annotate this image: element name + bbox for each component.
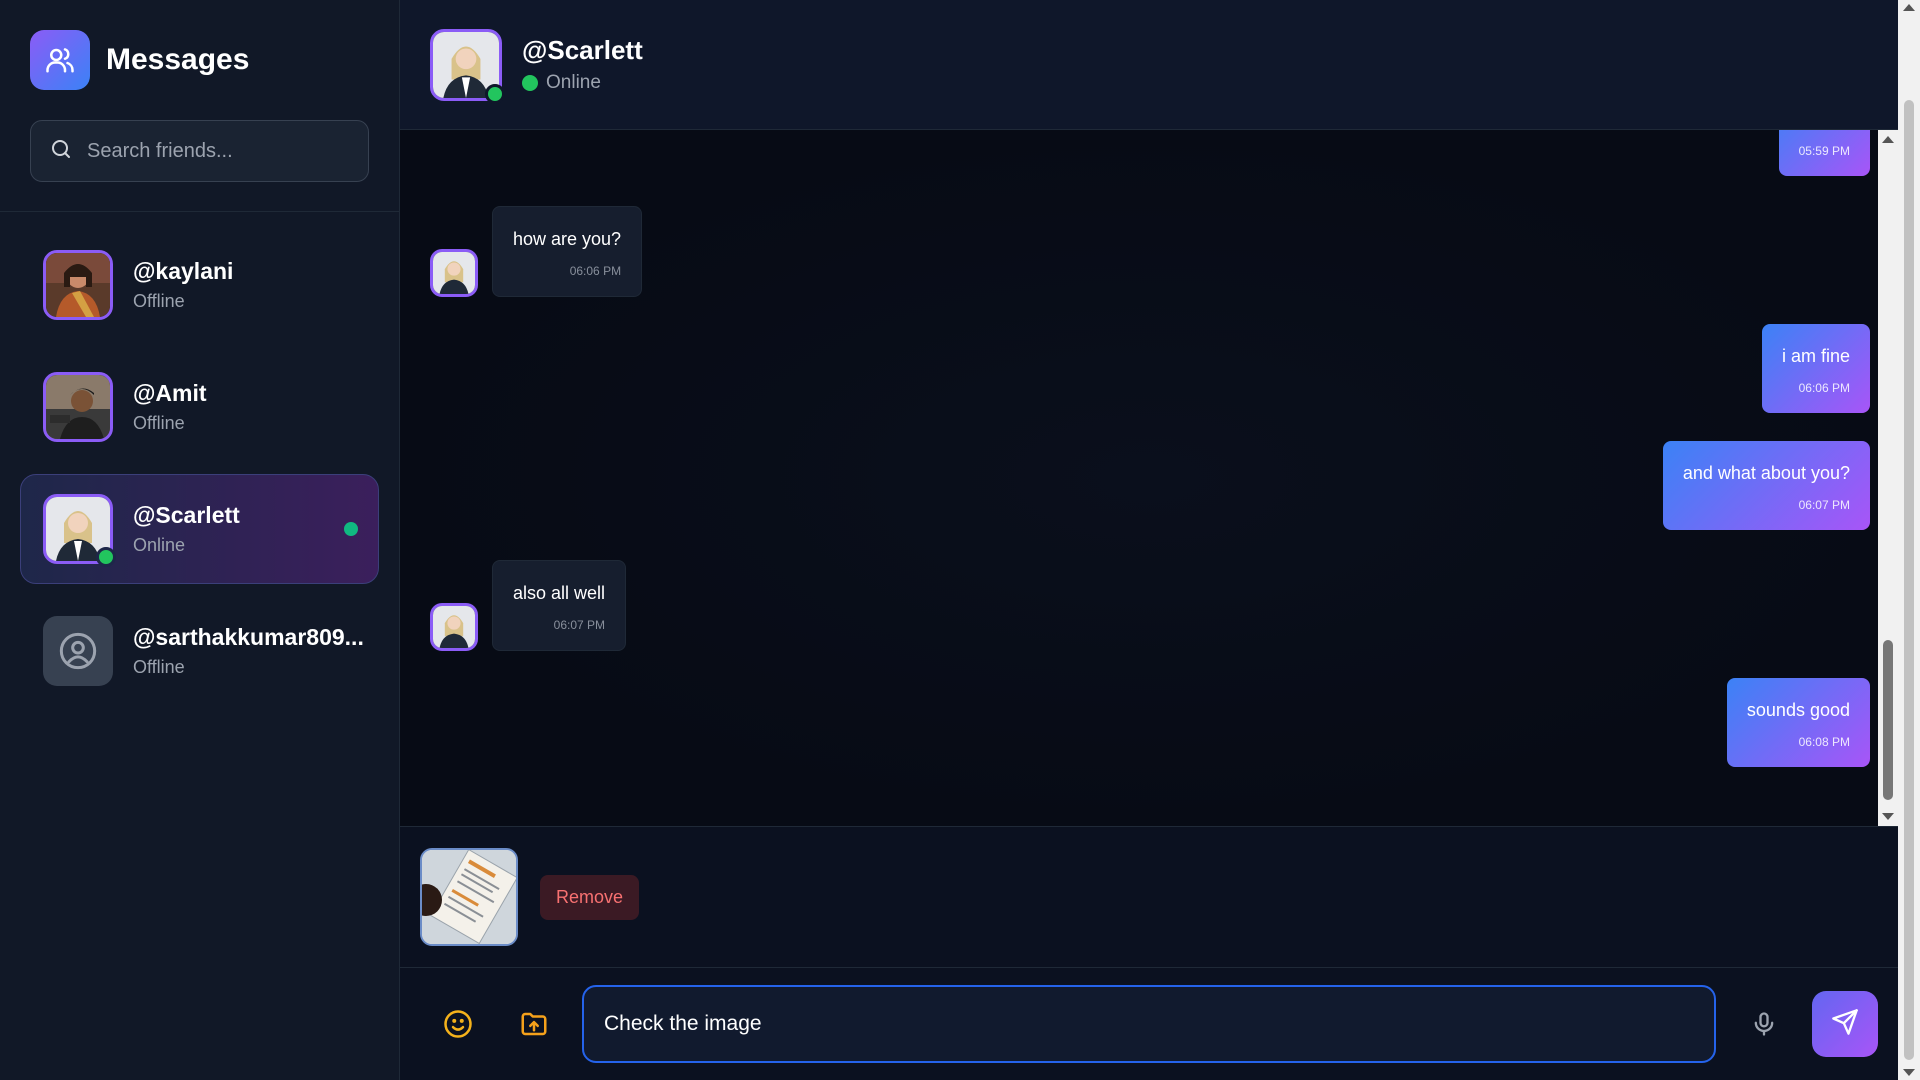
chat-header: @Scarlett Online: [400, 0, 1920, 130]
search-box: [30, 120, 369, 182]
attachment-preview: Remove: [400, 826, 1898, 968]
sidebar-title: Messages: [106, 43, 250, 76]
scrollbar-thumb[interactable]: [1883, 640, 1893, 800]
message-bubble: how are you? 06:06 PM: [492, 206, 643, 297]
message-incoming: how are you? 06:06 PM: [430, 206, 643, 297]
message-outgoing: i am fine 06:06 PM: [1761, 324, 1870, 413]
message-bubble: i am fine 06:06 PM: [1761, 324, 1870, 413]
avatar: [43, 372, 113, 442]
sidebar-header: Messages: [0, 0, 399, 212]
message-text: also all well: [513, 583, 606, 603]
brand: Messages: [30, 30, 369, 90]
users-icon: [30, 30, 90, 90]
message-time: 06:07 PM: [553, 618, 606, 632]
avatar: [43, 494, 116, 567]
remove-attachment-button[interactable]: Remove: [540, 874, 640, 920]
message-list: 05:59 PM how are you? 06:06 PM i am fine…: [400, 130, 1900, 826]
app-root: Messages @kaylani Offline: [0, 0, 1920, 1080]
friend-item-sarthakkumar[interactable]: @sarthakkumar809... Offline: [20, 596, 379, 706]
scroll-down-arrow-icon[interactable]: [1882, 813, 1894, 820]
message-text: i am fine: [1781, 346, 1850, 366]
message-time: 05:59 PM: [1798, 144, 1850, 158]
contact-status-text: Online: [546, 72, 601, 93]
send-icon: [1831, 1008, 1859, 1041]
scrollbar-thumb[interactable]: [1904, 100, 1914, 1060]
friend-item-kaylani[interactable]: @kaylani Offline: [20, 230, 379, 340]
friend-status: Offline: [133, 291, 185, 311]
chat-panel: @Scarlett Online 05:59 PM how are you? 0…: [400, 0, 1920, 1080]
message-time: 06:07 PM: [1798, 498, 1850, 512]
sender-avatar: [430, 603, 478, 651]
friend-name: @Amit: [133, 380, 207, 406]
scroll-down-arrow-icon[interactable]: [1903, 1069, 1915, 1076]
message-incoming: also all well 06:07 PM: [430, 560, 627, 651]
sidebar: Messages @kaylani Offline: [0, 0, 400, 1080]
smile-icon[interactable]: [430, 996, 486, 1052]
message-text: and what about you?: [1682, 463, 1850, 483]
search-icon: [49, 137, 73, 166]
message-bubble: and what about you? 06:07 PM: [1662, 441, 1870, 530]
contact-name: @Scarlett: [522, 35, 643, 65]
avatar: [43, 250, 113, 320]
folder-upload-icon[interactable]: [506, 996, 562, 1052]
message-time: 06:06 PM: [1798, 381, 1850, 395]
friend-status: Offline: [133, 657, 185, 677]
microphone-icon[interactable]: [1736, 996, 1792, 1052]
message-outgoing: sounds good 06:08 PM: [1726, 678, 1870, 767]
friend-name: @kaylani: [133, 258, 234, 284]
friend-list: @kaylani Offline @Amit Offline @Scarlett…: [0, 212, 399, 724]
friend-item-scarlett[interactable]: @Scarlett Online: [20, 474, 379, 584]
message-time: 06:08 PM: [1798, 735, 1850, 749]
online-indicator: [485, 83, 505, 104]
contact-status: Online: [522, 72, 643, 94]
message-input[interactable]: [582, 985, 1716, 1063]
message-text: how are you?: [513, 229, 622, 249]
message-scrollbar[interactable]: [1878, 130, 1898, 826]
friend-item-amit[interactable]: @Amit Offline: [20, 352, 379, 462]
message-bubble: 05:59 PM: [1778, 130, 1870, 176]
sender-avatar: [430, 249, 478, 297]
friend-name: @Scarlett: [133, 502, 240, 528]
scroll-up-arrow-icon[interactable]: [1882, 136, 1894, 143]
scroll-up-arrow-icon[interactable]: [1903, 4, 1915, 11]
message-text: sounds good: [1746, 700, 1850, 720]
send-button[interactable]: [1812, 991, 1878, 1057]
message-outgoing: 05:59 PM: [1778, 130, 1870, 176]
search-input[interactable]: [87, 139, 352, 163]
user-circle-icon: [43, 616, 113, 686]
online-indicator: [96, 547, 116, 567]
message-bubble: also all well 06:07 PM: [492, 560, 627, 651]
friend-status: Online: [133, 535, 186, 555]
message-outgoing: and what about you? 06:07 PM: [1662, 441, 1870, 530]
attachment-thumbnail: [420, 848, 518, 946]
message-composer: [400, 968, 1898, 1080]
page-scrollbar[interactable]: [1898, 0, 1920, 1080]
online-status-dot: [522, 75, 538, 91]
friend-status: Offline: [133, 413, 185, 433]
contact-avatar: [430, 28, 505, 104]
friend-name: @sarthakkumar809...: [133, 624, 364, 650]
message-time: 06:06 PM: [569, 264, 622, 278]
message-bubble: sounds good 06:08 PM: [1726, 678, 1870, 767]
online-status-dot: [344, 522, 358, 536]
